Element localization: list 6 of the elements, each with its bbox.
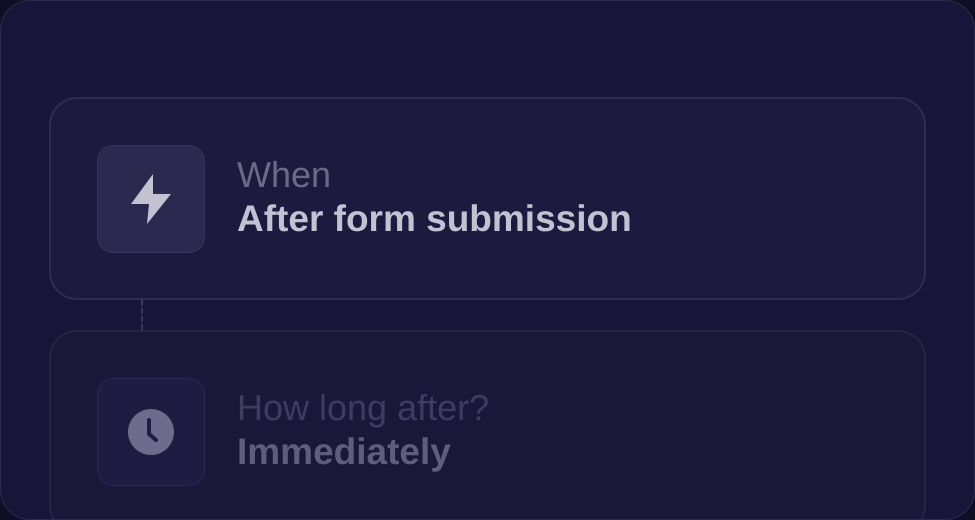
step-value: After form submission xyxy=(237,197,632,242)
step-value: Immediately xyxy=(237,430,452,474)
step-card[interactable]: When After form submission xyxy=(49,97,926,300)
lightning-icon xyxy=(129,174,173,224)
step-label: When xyxy=(237,154,332,196)
clock-icon xyxy=(128,408,174,454)
